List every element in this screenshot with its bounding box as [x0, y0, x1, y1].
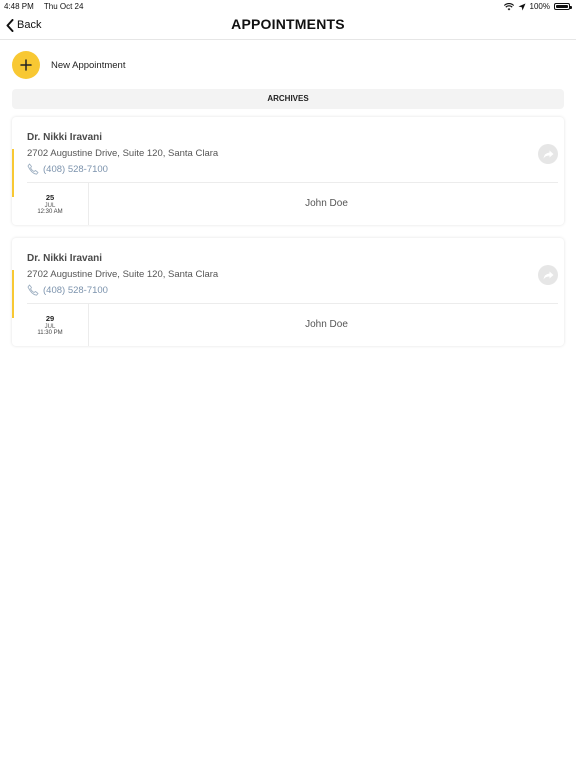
archives-header: ARCHIVES: [12, 89, 564, 109]
status-date: Thu Oct 24: [43, 2, 84, 11]
plus-icon: [20, 59, 32, 71]
doctor-name: Dr. Nikki Iravani: [27, 132, 103, 143]
date-day: 25: [45, 193, 55, 202]
phone-icon: [27, 284, 39, 296]
date-box: 29 JUL 11:30 PM: [12, 304, 89, 346]
doctor-address: 2702 Augustine Drive, Suite 120, Santa C…: [27, 148, 219, 159]
appointment-card[interactable]: Dr. Nikki Iravani 2702 Augustine Drive, …: [12, 238, 564, 346]
wifi-icon: [503, 2, 514, 10]
share-arrow-icon: [543, 150, 553, 158]
doctor-name: Dr. Nikki Iravani: [27, 253, 103, 264]
status-time: 4:48 PM: [4, 2, 34, 11]
battery-icon: [554, 3, 572, 10]
doctor-address: 2702 Augustine Drive, Suite 120, Santa C…: [27, 269, 219, 280]
phone-number[interactable]: (408) 528-7100: [43, 164, 108, 175]
date-time: 12:30 AM: [37, 209, 63, 215]
phone-link[interactable]: (408) 528-7100: [27, 163, 108, 175]
share-arrow-icon: [543, 271, 553, 279]
appointment-card[interactable]: Dr. Nikki Iravani 2702 Augustine Drive, …: [12, 117, 564, 225]
patient-name: John Doe: [305, 198, 348, 209]
status-bar: 4:48 PM Thu Oct 24 100%: [0, 0, 576, 12]
nav-bar: Back APPOINTMENTS: [0, 12, 576, 40]
new-appointment-button[interactable]: New Appointment: [12, 51, 125, 79]
date-time: 11:30 PM: [37, 330, 63, 336]
add-circle[interactable]: [12, 51, 40, 79]
date-day: 29: [45, 314, 55, 323]
new-appointment-label: New Appointment: [51, 59, 126, 71]
share-button[interactable]: [538, 144, 558, 164]
location-arrow-icon: [518, 3, 526, 10]
phone-link[interactable]: (408) 528-7100: [27, 284, 108, 296]
status-left: 4:48 PM Thu Oct 24: [4, 2, 91, 11]
patient-name: John Doe: [305, 319, 348, 330]
page-title: APPOINTMENTS: [231, 16, 345, 32]
phone-icon: [27, 163, 39, 175]
battery-percent: 100%: [529, 2, 550, 11]
phone-number[interactable]: (408) 528-7100: [43, 285, 108, 296]
date-box: 25 JUL 12:30 AM: [12, 183, 89, 225]
status-right: 100%: [503, 2, 572, 11]
share-button[interactable]: [538, 265, 558, 285]
